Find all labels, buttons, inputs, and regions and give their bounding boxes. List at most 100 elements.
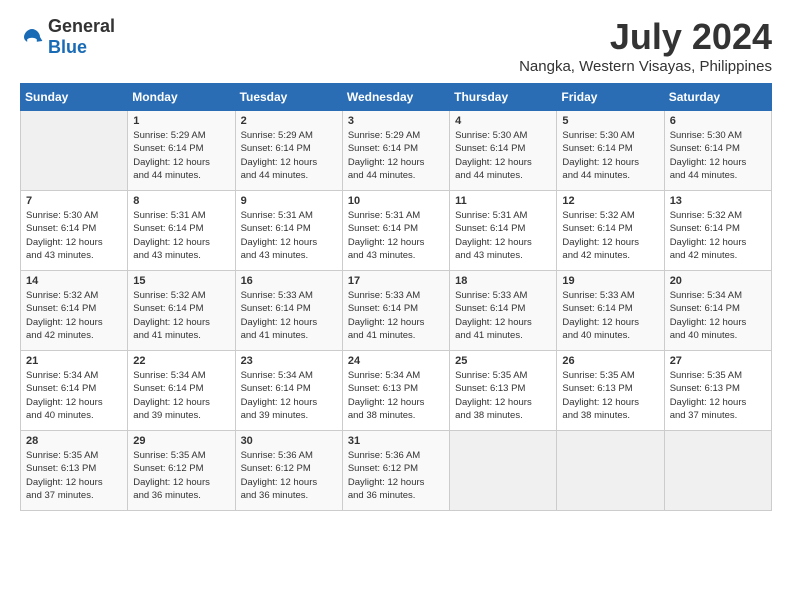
day-detail: Sunrise: 5:29 AMSunset: 6:14 PMDaylight:… [133,129,229,182]
calendar-cell: 21Sunrise: 5:34 AMSunset: 6:14 PMDayligh… [21,351,128,431]
calendar-cell: 28 Sunrise: 5:35 AMSunset: 6:13 PMDayligh… [21,431,128,511]
day-number: 26 [562,355,658,367]
day-number: 22 [133,355,229,367]
day-number: 8 [133,195,229,207]
calendar-header-row: SundayMondayTuesdayWednesdayThursdayFrid… [21,84,772,111]
calendar-cell: 9 Sunrise: 5:31 AMSunset: 6:14 PMDaylight… [235,191,342,271]
day-number: 5 [562,115,658,127]
day-detail: Sunrise: 5:31 AMSunset: 6:14 PMDaylight:… [455,209,551,262]
day-number: 16 [241,275,337,287]
day-detail: Sunrise: 5:30 AMSunset: 6:14 PMDaylight:… [455,129,551,182]
location-title: Nangka, Western Visayas, Philippines [519,58,772,75]
day-detail: Sunrise: 5:34 AMSunset: 6:14 PMDaylight:… [241,369,337,422]
calendar-cell: 18 Sunrise: 5:33 AMSunset: 6:14 PMDayligh… [450,271,557,351]
calendar-cell: 11Sunrise: 5:31 AMSunset: 6:14 PMDayligh… [450,191,557,271]
day-number: 31 [348,435,444,447]
calendar-cell: 26 Sunrise: 5:35 AMSunset: 6:13 PMDayligh… [557,351,664,431]
day-number: 20 [670,275,766,287]
week-row-3: 14 Sunrise: 5:32 AMSunset: 6:14 PMDayligh… [21,271,772,351]
day-detail: Sunrise: 5:30 AMSunset: 6:14 PMDaylight:… [562,129,658,182]
col-header-saturday: Saturday [664,84,771,111]
day-number: 27 [670,355,766,367]
logo-icon [20,25,44,49]
col-header-sunday: Sunday [21,84,128,111]
week-row-5: 28 Sunrise: 5:35 AMSunset: 6:13 PMDayligh… [21,431,772,511]
day-detail: Sunrise: 5:33 AMSunset: 6:14 PMDaylight:… [348,289,444,342]
day-number: 12 [562,195,658,207]
calendar-cell: 19 Sunrise: 5:33 AMSunset: 6:14 PMDayligh… [557,271,664,351]
day-number: 9 [241,195,337,207]
calendar-cell: 16 Sunrise: 5:33 AMSunset: 6:14 PMDayligh… [235,271,342,351]
day-number: 7 [26,195,122,207]
day-number: 3 [348,115,444,127]
day-number: 18 [455,275,551,287]
calendar-cell [450,431,557,511]
day-number: 23 [241,355,337,367]
day-detail: Sunrise: 5:33 AMSunset: 6:14 PMDaylight:… [241,289,337,342]
day-detail: Sunrise: 5:34 AMSunset: 6:14 PMDaylight:… [133,369,229,422]
col-header-friday: Friday [557,84,664,111]
calendar-cell: 7Sunrise: 5:30 AMSunset: 6:14 PMDaylight… [21,191,128,271]
calendar-cell [21,111,128,191]
logo: General Blue [20,16,115,58]
calendar-cell: 6 Sunrise: 5:30 AMSunset: 6:14 PMDaylight… [664,111,771,191]
calendar-cell: 27 Sunrise: 5:35 AMSunset: 6:13 PMDayligh… [664,351,771,431]
calendar-cell: 14 Sunrise: 5:32 AMSunset: 6:14 PMDayligh… [21,271,128,351]
col-header-tuesday: Tuesday [235,84,342,111]
day-detail: Sunrise: 5:33 AMSunset: 6:14 PMDaylight:… [455,289,551,342]
calendar-cell: 1Sunrise: 5:29 AMSunset: 6:14 PMDaylight… [128,111,235,191]
day-detail: Sunrise: 5:31 AMSunset: 6:14 PMDaylight:… [133,209,229,262]
day-number: 17 [348,275,444,287]
day-detail: Sunrise: 5:32 AMSunset: 6:14 PMDaylight:… [26,289,122,342]
day-number: 4 [455,115,551,127]
calendar-cell: 2Sunrise: 5:29 AMSunset: 6:14 PMDaylight… [235,111,342,191]
calendar-cell: 5 Sunrise: 5:30 AMSunset: 6:14 PMDaylight… [557,111,664,191]
calendar-cell: 4 Sunrise: 5:30 AMSunset: 6:14 PMDaylight… [450,111,557,191]
day-detail: Sunrise: 5:31 AMSunset: 6:14 PMDaylight:… [348,209,444,262]
calendar-cell: 22 Sunrise: 5:34 AMSunset: 6:14 PMDayligh… [128,351,235,431]
calendar-table: SundayMondayTuesdayWednesdayThursdayFrid… [20,83,772,511]
day-detail: Sunrise: 5:35 AMSunset: 6:13 PMDaylight:… [26,449,122,502]
logo-blue: Blue [48,37,87,57]
day-detail: Sunrise: 5:32 AMSunset: 6:14 PMDaylight:… [133,289,229,342]
calendar-cell: 10 Sunrise: 5:31 AMSunset: 6:14 PMDayligh… [342,191,449,271]
header: General Blue July 2024 Nangka, Western V… [20,16,772,75]
day-number: 28 [26,435,122,447]
calendar-cell: 29Sunrise: 5:35 AMSunset: 6:12 PMDayligh… [128,431,235,511]
logo-text: General Blue [48,16,115,58]
day-number: 13 [670,195,766,207]
day-detail: Sunrise: 5:35 AMSunset: 6:13 PMDaylight:… [562,369,658,422]
day-number: 21 [26,355,122,367]
day-detail: Sunrise: 5:32 AMSunset: 6:14 PMDaylight:… [670,209,766,262]
day-number: 14 [26,275,122,287]
day-detail: Sunrise: 5:29 AMSunset: 6:14 PMDaylight:… [348,129,444,182]
day-detail: Sunrise: 5:34 AMSunset: 6:13 PMDaylight:… [348,369,444,422]
calendar-cell: 15Sunrise: 5:32 AMSunset: 6:14 PMDayligh… [128,271,235,351]
calendar-cell: 20Sunrise: 5:34 AMSunset: 6:14 PMDayligh… [664,271,771,351]
week-row-2: 7Sunrise: 5:30 AMSunset: 6:14 PMDaylight… [21,191,772,271]
day-detail: Sunrise: 5:33 AMSunset: 6:14 PMDaylight:… [562,289,658,342]
day-detail: Sunrise: 5:30 AMSunset: 6:14 PMDaylight:… [670,129,766,182]
week-row-4: 21 Sunrise: 5:34 AMSunset: 6:14 PMDayligh… [21,351,772,431]
calendar-cell: 25Sunrise: 5:35 AMSunset: 6:13 PMDayligh… [450,351,557,431]
col-header-monday: Monday [128,84,235,111]
day-detail: Sunrise: 5:35 AMSunset: 6:12 PMDaylight:… [133,449,229,502]
day-detail: Sunrise: 5:36 AMSunset: 6:12 PMDaylight:… [241,449,337,502]
day-number: 19 [562,275,658,287]
day-detail: Sunrise: 5:31 AMSunset: 6:14 PMDaylight:… [241,209,337,262]
day-number: 6 [670,115,766,127]
calendar-cell [557,431,664,511]
day-number: 10 [348,195,444,207]
title-area: July 2024 Nangka, Western Visayas, Phili… [519,16,772,75]
calendar-cell [664,431,771,511]
calendar-cell: 12Sunrise: 5:32 AMSunset: 6:14 PMDayligh… [557,191,664,271]
calendar-cell: 24Sunrise: 5:34 AMSunset: 6:13 PMDayligh… [342,351,449,431]
col-header-wednesday: Wednesday [342,84,449,111]
logo-general: General [48,16,115,36]
week-row-1: 1Sunrise: 5:29 AMSunset: 6:14 PMDaylight… [21,111,772,191]
day-detail: Sunrise: 5:29 AMSunset: 6:14 PMDaylight:… [241,129,337,182]
month-year-title: July 2024 [519,16,772,58]
day-number: 30 [241,435,337,447]
day-number: 25 [455,355,551,367]
day-detail: Sunrise: 5:35 AMSunset: 6:13 PMDaylight:… [670,369,766,422]
